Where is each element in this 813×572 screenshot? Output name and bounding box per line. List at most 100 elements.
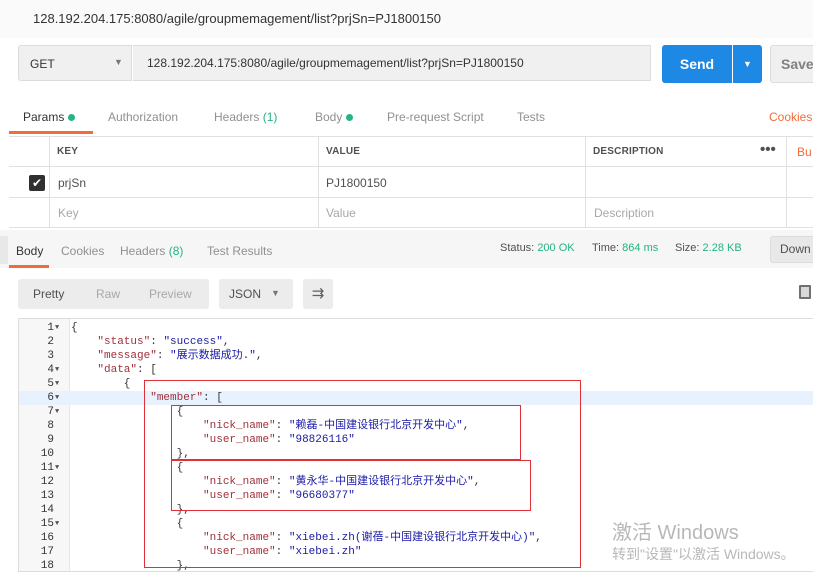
format-select[interactable]: JSON ▼ <box>219 279 293 309</box>
line-number: 5 <box>47 378 54 390</box>
send-dropdown-button[interactable]: ▼ <box>733 45 762 83</box>
annotation-box-item-2 <box>171 460 531 511</box>
method-label: GET <box>30 57 55 71</box>
active-tab-indicator <box>9 131 93 134</box>
line-number: 4 <box>47 364 54 376</box>
line-number: 18 <box>40 560 54 572</box>
table-divider <box>585 137 586 227</box>
line-number: 13 <box>40 490 54 502</box>
active-response-tab-indicator <box>9 265 49 268</box>
code-text: { <box>71 378 131 390</box>
activation-watermark-subtitle: 转到"设置"以激活 Windows。 <box>612 546 795 562</box>
method-select[interactable]: GET ▼ <box>18 45 132 81</box>
tab-tests[interactable]: Tests <box>517 110 545 124</box>
headers-count: (1) <box>262 110 278 124</box>
status-label: Status: <box>500 242 535 254</box>
code-line: 2 "status": "success", <box>19 335 813 349</box>
table-divider <box>786 137 787 227</box>
line-number: 16 <box>40 532 54 544</box>
cookies-link[interactable]: Cookies <box>769 110 812 124</box>
tab-body-label: Body <box>315 110 343 124</box>
size-value: 2.28 KB <box>702 242 742 254</box>
code-line: 3 "message": "展示数据成功.", <box>19 349 813 363</box>
view-pretty-button[interactable]: Pretty <box>33 287 64 301</box>
code-text: "message": "展示数据成功.", <box>97 350 263 362</box>
line-number: 8 <box>47 420 54 432</box>
line-number: 9 <box>47 434 54 446</box>
fold-toggle-icon[interactable]: ▼ <box>55 321 59 335</box>
send-button[interactable]: Send <box>662 45 732 83</box>
view-mode-switch: Pretty Raw Preview <box>18 279 209 309</box>
table-border <box>9 197 813 198</box>
tab-prerequest-script[interactable]: Pre-request Script <box>387 110 484 124</box>
activation-watermark-title: 激活 Windows <box>612 522 739 544</box>
size-label: Size: <box>675 242 700 254</box>
body-active-dot-icon <box>346 114 354 122</box>
bulk-edit-link[interactable]: Bu <box>797 145 812 159</box>
column-header-value: VALUE <box>326 146 361 157</box>
copy-icon[interactable] <box>799 285 811 299</box>
wrap-lines-icon[interactable]: ⇉ <box>303 279 333 309</box>
fold-toggle-icon[interactable]: ▼ <box>55 405 59 419</box>
more-options-icon[interactable]: ••• <box>760 141 776 158</box>
line-number: 11 <box>40 462 54 474</box>
annotation-box-item-1 <box>171 405 521 460</box>
chevron-down-icon: ▼ <box>743 59 752 69</box>
tab-body[interactable]: Body <box>315 110 354 124</box>
new-key-input[interactable]: Key <box>58 206 79 220</box>
line-number: 1 <box>47 322 54 334</box>
size-readout: Size: 2.28 KB <box>675 242 742 254</box>
table-divider <box>49 137 50 227</box>
chevron-down-icon: ▼ <box>271 288 280 298</box>
save-button[interactable]: Save <box>770 45 813 83</box>
tab-authorization[interactable]: Authorization <box>108 110 178 124</box>
time-readout: Time: 864 ms <box>592 242 658 254</box>
new-description-input[interactable]: Description <box>594 206 654 220</box>
request-url-title: 128.192.204.175:8080/agile/groupmemageme… <box>33 11 441 26</box>
window-title-bar: 128.192.204.175:8080/agile/groupmemageme… <box>0 0 813 38</box>
response-tab-cookies[interactable]: Cookies <box>61 244 104 258</box>
line-number: 3 <box>47 350 54 362</box>
code-text: { <box>71 322 78 334</box>
fold-toggle-icon[interactable]: ▼ <box>55 391 59 405</box>
param-key-cell[interactable]: prjSn <box>58 176 86 190</box>
response-tab-headers[interactable]: Headers (8) <box>120 244 183 258</box>
time-value: 864 ms <box>622 242 659 254</box>
params-active-dot-icon <box>68 114 76 122</box>
line-number: 2 <box>47 336 54 348</box>
fold-toggle-icon[interactable]: ▼ <box>55 461 59 475</box>
tab-params-label: Params <box>23 110 65 124</box>
column-header-key: KEY <box>57 146 79 157</box>
fold-toggle-icon[interactable]: ▼ <box>55 517 59 531</box>
line-number: 7 <box>47 406 54 418</box>
status-value: 200 OK <box>537 242 575 254</box>
code-text: "status": "success", <box>97 336 230 348</box>
time-label: Time: <box>592 242 620 254</box>
column-header-description: DESCRIPTION <box>593 146 664 157</box>
tab-params[interactable]: Params <box>23 110 76 124</box>
response-tab-body[interactable]: Body <box>16 244 43 258</box>
table-border <box>9 227 813 228</box>
fold-toggle-icon[interactable]: ▼ <box>55 363 59 377</box>
download-button[interactable]: Down <box>770 236 813 263</box>
response-tab-headers-label: Headers <box>120 244 166 258</box>
line-number: 12 <box>40 476 54 488</box>
chevron-down-icon: ▼ <box>114 57 123 67</box>
line-number: 10 <box>40 448 54 460</box>
param-value-cell[interactable]: PJ1800150 <box>326 176 387 190</box>
url-input-box[interactable] <box>133 45 651 81</box>
line-number: 17 <box>40 546 54 558</box>
url-input[interactable] <box>145 55 639 71</box>
tab-headers[interactable]: Headers (1) <box>214 110 277 124</box>
code-line: 1 ▼ { <box>19 321 813 335</box>
line-number: 14 <box>40 504 54 516</box>
check-icon: ✔ <box>31 176 43 190</box>
response-tab-test-results[interactable]: Test Results <box>207 244 272 258</box>
new-value-input[interactable]: Value <box>326 206 356 220</box>
fold-toggle-icon[interactable]: ▼ <box>55 377 59 391</box>
view-raw-button[interactable]: Raw <box>96 287 120 301</box>
response-headers-count: (8) <box>168 244 184 258</box>
table-divider <box>318 137 319 227</box>
view-preview-button[interactable]: Preview <box>149 287 192 301</box>
param-enabled-checkbox[interactable]: ✔ <box>29 175 45 191</box>
